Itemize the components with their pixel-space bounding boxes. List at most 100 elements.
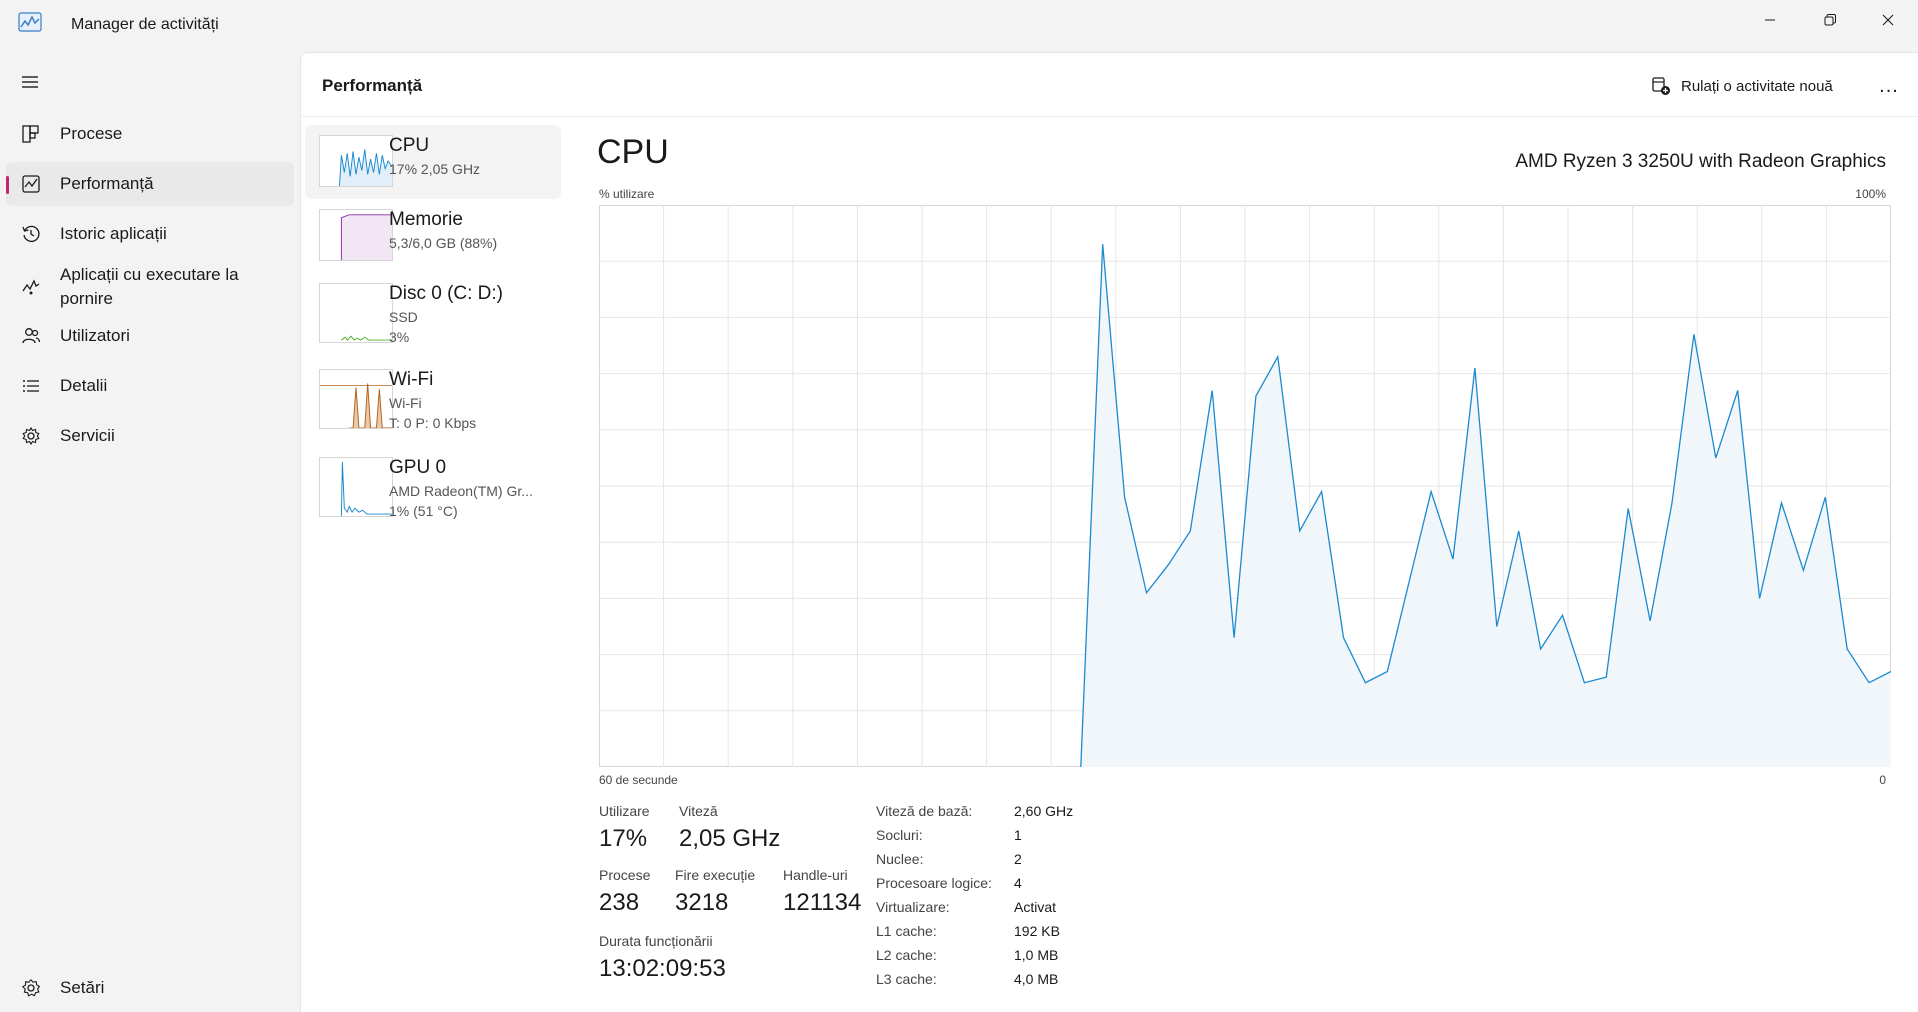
- cpu-thumbnail-graph: [319, 135, 393, 187]
- resource-item-wifi[interactable]: Wi-Fi Wi-Fi T: 0 P: 0 Kbps: [305, 359, 561, 441]
- gpu-thumbnail-graph: [319, 457, 393, 517]
- spec-value: 2,60 GHz: [1014, 803, 1074, 819]
- spec-value: 4,0 MB: [1014, 971, 1059, 987]
- details-icon: [20, 375, 42, 397]
- sidebar-item-label: Aplicații cu executare la pornire: [60, 265, 239, 308]
- memory-thumbnail-graph: [319, 209, 393, 261]
- sidebar-item-label: Detalii: [60, 376, 108, 395]
- spec-value: 4: [1014, 875, 1022, 891]
- stat-fire-value: 3218: [675, 889, 729, 916]
- stat-utilizare-value: 17%: [599, 825, 648, 852]
- new-task-icon: [1652, 77, 1670, 95]
- run-new-task-button[interactable]: Rulați o activitate nouă: [1651, 71, 1833, 101]
- restore-button[interactable]: [1800, 0, 1860, 40]
- sidebar-item-detalii[interactable]: Detalii: [6, 364, 294, 408]
- resource-detail: SSD: [389, 309, 418, 325]
- spec-value: 2: [1014, 851, 1022, 867]
- disk-thumbnail-graph: [319, 283, 393, 343]
- spec-value: 1,0 MB: [1014, 947, 1059, 963]
- resource-name: Disc 0 (C: D:): [389, 283, 503, 304]
- spec-label: Socluri:: [876, 827, 923, 843]
- services-icon: [20, 425, 42, 447]
- spec-label: L3 cache:: [876, 971, 937, 987]
- spec-value: Activat: [1014, 899, 1057, 915]
- sidebar-item-label: Procese: [60, 124, 123, 143]
- stat-handle-label: Handle-uri: [783, 867, 848, 883]
- page-header: Performanță Rulați o activitate nouă ...: [301, 53, 1918, 117]
- resource-name: CPU: [389, 135, 430, 156]
- restore-icon: [1824, 14, 1836, 26]
- sidebar-item-utilizatori[interactable]: Utilizatori: [6, 314, 294, 358]
- resource-detail: AMD Radeon(TM) Gr...: [389, 483, 533, 499]
- stat-viteza-label: Viteză: [679, 803, 718, 819]
- resource-item-cpu[interactable]: CPU 17% 2,05 GHz: [305, 125, 561, 199]
- y-axis-max-label: 100%: [1855, 187, 1886, 201]
- resource-detail: Wi-Fi: [389, 395, 422, 411]
- resource-item-gpu[interactable]: GPU 0 AMD Radeon(TM) Gr... 1% (51 °C): [305, 447, 561, 529]
- sidebar-item-label: Performanță: [60, 174, 154, 193]
- spec-label: L2 cache:: [876, 947, 937, 963]
- resource-detail: 1% (51 °C): [389, 503, 458, 519]
- y-axis-label: % utilizare: [599, 187, 655, 201]
- sidebar-item-setari[interactable]: Setări: [6, 966, 294, 1010]
- stat-utilizare-label: Utilizare: [599, 803, 650, 819]
- resource-detail: T: 0 P: 0 Kbps: [389, 415, 477, 431]
- menu-toggle-button[interactable]: [14, 66, 46, 98]
- spec-value: 192 KB: [1014, 923, 1060, 939]
- cpu-model-name: AMD Ryzen 3 3250U with Radeon Graphics: [1515, 151, 1886, 172]
- minimize-button[interactable]: [1740, 0, 1800, 40]
- resource-item-disc[interactable]: Disc 0 (C: D:) SSD 3%: [305, 273, 561, 355]
- sidebar-item-label: Utilizatori: [60, 326, 130, 345]
- spec-label: Viteză de bază:: [876, 803, 973, 819]
- title-bar: Manager de activități: [0, 0, 1918, 52]
- stat-durata-value: 13:02:09:53: [599, 955, 726, 982]
- startup-icon: [20, 276, 42, 298]
- resource-name: GPU 0: [389, 457, 447, 478]
- spec-value: 1: [1014, 827, 1022, 843]
- more-options-icon: ...: [1879, 74, 1899, 97]
- resource-detail: 3%: [389, 329, 410, 345]
- resource-detail: 17% 2,05 GHz: [389, 161, 481, 177]
- x-axis-right-label: 0: [1879, 773, 1886, 787]
- detail-title: CPU: [597, 133, 669, 171]
- resource-name: Memorie: [389, 209, 463, 230]
- cpu-utilization-graph: [599, 205, 1891, 767]
- performance-icon: [20, 173, 42, 195]
- stat-handle-value: 121134: [783, 889, 862, 916]
- sidebar-item-procese[interactable]: Procese: [6, 112, 294, 156]
- more-options-button[interactable]: ...: [1871, 71, 1907, 101]
- window-title: Manager de activități: [71, 16, 219, 33]
- stat-viteza-value: 2,05 GHz: [679, 825, 781, 852]
- resource-name: Wi-Fi: [389, 369, 434, 390]
- page-title: Performanță: [322, 76, 423, 95]
- run-new-task-label: Rulați o activitate nouă: [1681, 77, 1833, 95]
- main-panel: Performanță Rulați o activitate nouă ...: [300, 52, 1918, 1012]
- spec-label: Virtualizare:: [876, 899, 950, 915]
- sidebar-item-istoric-aplicatii[interactable]: Istoric aplicații: [6, 212, 294, 256]
- sidebar-item-performanta[interactable]: Performanță: [6, 162, 294, 206]
- sidebar-item-label: Servicii: [60, 426, 115, 445]
- close-button[interactable]: [1858, 0, 1918, 40]
- spec-label: L1 cache:: [876, 923, 937, 939]
- sidebar-item-label: Istoric aplicații: [60, 224, 167, 243]
- resource-item-memorie[interactable]: Memorie 5,3/6,0 GB (88%): [305, 199, 561, 273]
- sidebar-nav: Procese Performanță Istoric aplicații Ap…: [0, 52, 300, 1012]
- settings-icon: [20, 977, 42, 999]
- users-icon: [20, 325, 42, 347]
- wifi-thumbnail-graph: [319, 369, 393, 429]
- processes-icon: [20, 123, 42, 145]
- sidebar-item-aplicatii-pornire[interactable]: Aplicații cu executare la pornire: [6, 258, 294, 316]
- hamburger-icon: [22, 76, 38, 88]
- stat-durata-label: Durata funcționării: [599, 933, 713, 949]
- close-icon: [1882, 14, 1894, 26]
- history-icon: [20, 223, 42, 245]
- spec-label: Procesoare logice:: [876, 875, 992, 891]
- x-axis-left-label: 60 de secunde: [599, 773, 678, 787]
- stat-fire-label: Fire execuție: [675, 867, 756, 883]
- sidebar-item-label: Setări: [60, 978, 105, 997]
- resource-detail: 5,3/6,0 GB (88%): [389, 235, 498, 251]
- minimize-icon: [1765, 19, 1775, 21]
- sidebar-item-servicii[interactable]: Servicii: [6, 414, 294, 458]
- spec-label: Nuclee:: [876, 851, 924, 867]
- task-manager-icon: [18, 12, 42, 32]
